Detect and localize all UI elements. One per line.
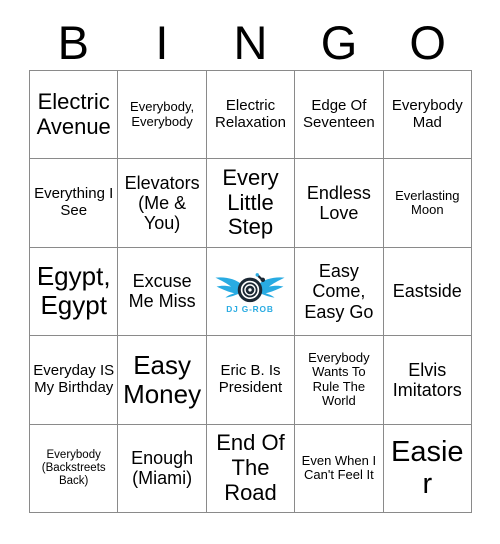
bingo-cell[interactable]: Everyday IS My Birthday	[30, 336, 119, 425]
dj-grob-logo-icon: DJ G-ROB	[215, 273, 286, 315]
bingo-cell[interactable]: Everybody, Everybody	[118, 71, 207, 160]
bingo-header-row: B I N G O	[29, 14, 472, 70]
header-letter-b: B	[57, 15, 89, 69]
bingo-grid: Electric Avenue Everybody, Everybody Elect…	[29, 70, 472, 513]
bingo-cell-label: End Of The Road	[216, 430, 285, 505]
bingo-cell-label: Endless Love	[306, 182, 371, 224]
bingo-cell[interactable]: Everybody (Backstreets Back)	[30, 424, 119, 513]
header-letter-g: G	[320, 15, 358, 69]
bingo-cell-label: Elvis Imitators	[392, 359, 462, 400]
bingo-cell[interactable]: Everlasting Moon	[383, 159, 472, 248]
bingo-cell-label: Electric Avenue	[36, 89, 111, 139]
bingo-cell[interactable]: Egypt, Egypt	[30, 247, 119, 337]
bingo-cell-label: Elevators (Me & You)	[124, 172, 200, 234]
bingo-cell-label: Easier	[391, 435, 464, 501]
bingo-cell-label: Everyday IS My Birthday	[33, 362, 115, 396]
bingo-cell[interactable]: Elvis Imitators	[383, 336, 472, 425]
bingo-cell-label: Even When I Can't Feel It	[301, 452, 377, 483]
dj-grob-logo-text: DJ G-ROB	[227, 305, 274, 315]
bingo-cell-label: Electric Relaxation	[215, 96, 286, 131]
bingo-cell[interactable]: Eastside	[383, 247, 472, 337]
bingo-cell[interactable]: Everybody Mad	[383, 71, 472, 160]
bingo-cell[interactable]: Eric B. Is President	[206, 336, 296, 425]
bingo-cell[interactable]: Endless Love	[295, 159, 384, 248]
bingo-cell-label: Edge Of Seventeen	[303, 96, 375, 131]
bingo-cell-label: Every Little Step	[222, 165, 279, 240]
bingo-cell[interactable]: Easy Money	[118, 336, 207, 425]
header-letter-n: N	[233, 15, 268, 69]
bingo-cell-label: Easy Money	[123, 349, 202, 409]
bingo-cell[interactable]: Everybody Wants To Rule The World	[295, 336, 384, 425]
bingo-cell-label: Everybody, Everybody	[130, 99, 195, 129]
bingo-cell[interactable]: Easy Come, Easy Go	[295, 247, 384, 337]
bingo-cell-label: Eastside	[392, 281, 462, 302]
bingo-cell[interactable]: Excuse Me Miss	[118, 247, 207, 337]
bingo-cell[interactable]: Everything I See	[30, 159, 119, 248]
bingo-card: B I N G O Electric Avenue Everybody, Ever…	[0, 0, 500, 544]
bingo-cell[interactable]: Electric Avenue	[30, 71, 119, 160]
bingo-cell[interactable]: Even When I Can't Feel It	[295, 424, 384, 513]
bingo-cell-label: Everybody (Backstreets Back)	[41, 448, 106, 487]
bingo-cell[interactable]: Every Little Step	[206, 159, 296, 248]
bingo-cell[interactable]: Elevators (Me & You)	[118, 159, 207, 248]
bingo-cell[interactable]: Edge Of Seventeen	[295, 71, 384, 160]
header-letter-i: I	[155, 15, 169, 69]
bingo-cell[interactable]: End Of The Road	[206, 424, 296, 513]
bingo-cell[interactable]: Electric Relaxation	[206, 71, 296, 160]
header-letter-o: O	[409, 15, 446, 69]
bingo-cell-label: Enough (Miami)	[131, 448, 194, 489]
bingo-cell[interactable]: Easier	[383, 424, 472, 513]
bingo-cell-free-space[interactable]: DJ G-ROB	[206, 247, 296, 337]
bingo-cell-label: Easy Come, Easy Go	[304, 261, 374, 322]
bingo-cell[interactable]: Enough (Miami)	[118, 424, 207, 513]
bingo-cell-label: Everlasting Moon	[395, 187, 460, 218]
bingo-cell-label: Everything I See	[34, 185, 114, 220]
bingo-cell-label: Everybody Mad	[391, 96, 463, 131]
bingo-cell-label: Egypt, Egypt	[36, 261, 111, 321]
bingo-cell-label: Eric B. Is President	[218, 362, 283, 396]
bingo-cell-label: Everybody Wants To Rule The World	[308, 349, 370, 409]
bingo-cell-label: Excuse Me Miss	[128, 271, 196, 312]
